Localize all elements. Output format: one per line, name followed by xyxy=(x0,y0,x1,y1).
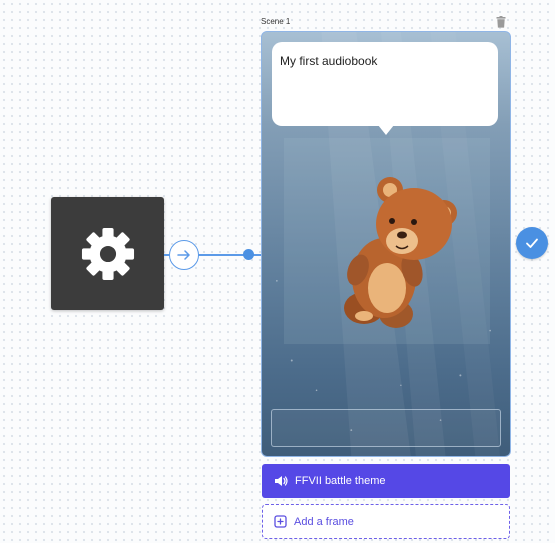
gear-icon xyxy=(81,227,134,280)
connector-handle[interactable] xyxy=(243,249,254,260)
trash-icon[interactable] xyxy=(496,16,506,28)
add-frame-label: Add a frame xyxy=(294,515,354,528)
audio-track-button[interactable]: FFVII battle theme xyxy=(262,464,510,498)
narration-text-box[interactable] xyxy=(271,409,501,447)
speech-bubble-text: My first audiobook xyxy=(280,54,378,68)
arrow-right-icon xyxy=(177,250,190,260)
connector-arrow-button[interactable] xyxy=(169,240,199,270)
speaker-icon xyxy=(275,476,288,486)
scene-label: Scene 1 xyxy=(261,17,291,26)
add-frame-button[interactable]: Add a frame xyxy=(262,504,510,539)
check-icon xyxy=(526,238,538,248)
teddy-bear-illustration xyxy=(344,177,457,328)
scene-image[interactable] xyxy=(284,138,490,344)
settings-node[interactable] xyxy=(51,197,164,310)
add-frame-icon xyxy=(274,515,287,528)
scene-card[interactable]: My first audiobook xyxy=(261,31,511,457)
confirm-button[interactable] xyxy=(516,227,548,259)
audio-track-label: FFVII battle theme xyxy=(295,475,386,487)
speech-bubble[interactable]: My first audiobook xyxy=(272,42,498,135)
